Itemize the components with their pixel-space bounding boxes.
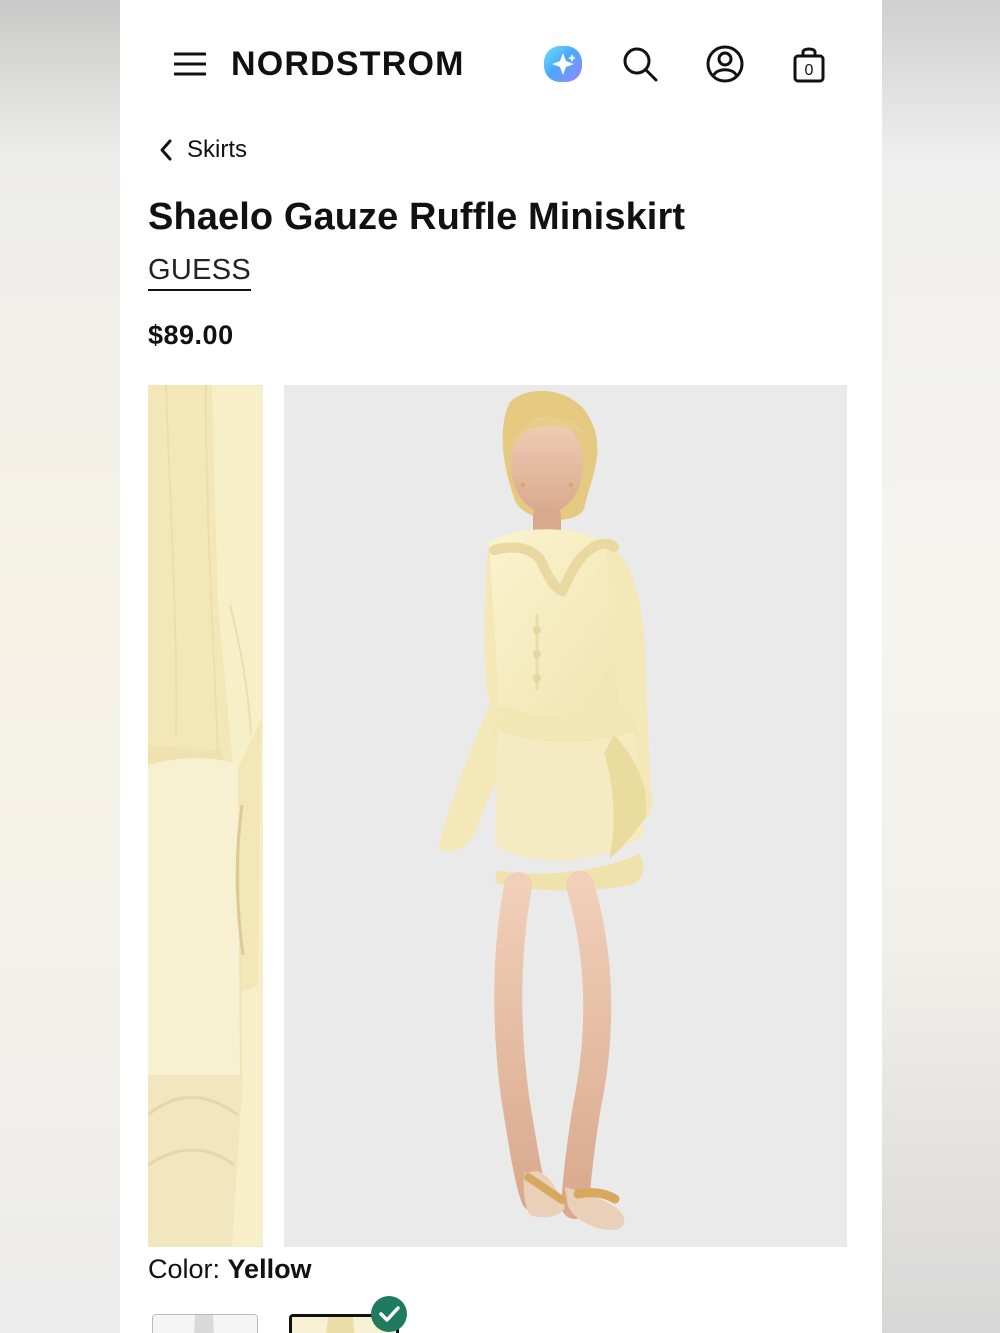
- selected-color: Yellow: [227, 1254, 312, 1284]
- product-price: $89.00: [148, 320, 234, 350]
- product-image-main[interactable]: [284, 385, 847, 1247]
- product-image-carousel[interactable]: [148, 385, 856, 1247]
- bag-icon[interactable]: 0: [789, 44, 829, 84]
- left-background: [0, 0, 120, 1333]
- menu-icon[interactable]: [174, 50, 206, 78]
- color-label-prefix: Color:: [148, 1254, 228, 1284]
- color-swatch-option[interactable]: [152, 1314, 258, 1333]
- chevron-left-icon: [160, 139, 172, 161]
- brand-link[interactable]: GUESS: [148, 251, 252, 291]
- search-icon[interactable]: [620, 44, 660, 84]
- account-icon[interactable]: [705, 44, 745, 84]
- spark-icon[interactable]: [544, 46, 582, 82]
- breadcrumb[interactable]: Skirts: [158, 132, 247, 168]
- product-title: Shaelo Gauze Ruffle Miniskirt: [148, 196, 686, 238]
- breadcrumb-label: Skirts: [187, 136, 247, 163]
- header: NORDSTROM 0: [120, 0, 882, 130]
- right-background: [880, 0, 1000, 1333]
- nordstrom-logo[interactable]: NORDSTROM: [231, 42, 465, 86]
- checkmark-icon: [371, 1296, 407, 1332]
- product-image-detail[interactable]: [148, 385, 263, 1247]
- product-page: NORDSTROM 0 Skirts Shaelo Gauze Ruffle M…: [120, 0, 882, 1333]
- color-selector-label: Color: Yellow: [148, 1252, 312, 1286]
- bag-count: 0: [805, 62, 814, 79]
